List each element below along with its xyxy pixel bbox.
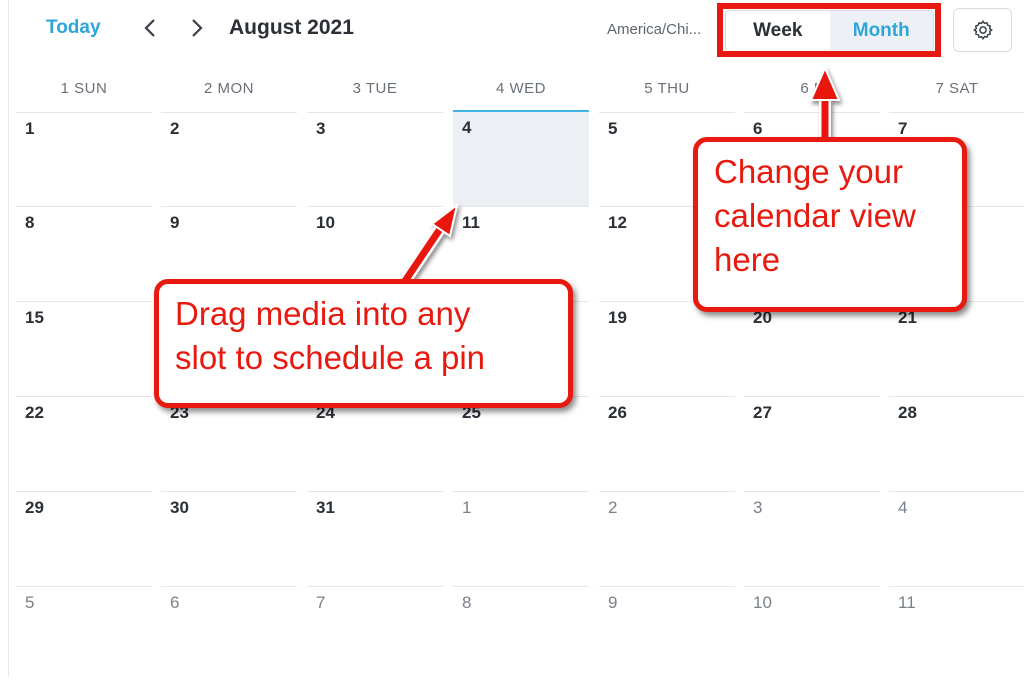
- view-tip-line-2: calendar view: [714, 197, 916, 234]
- drag-media-callout: Drag media into any slot to schedule a p…: [154, 279, 573, 408]
- view-tip-line-1: Change your: [714, 153, 903, 190]
- change-view-callout: Change your calendar view here: [693, 137, 967, 312]
- arrow-to-slot: [400, 202, 459, 285]
- drag-tip-line-1: Drag media into any: [175, 295, 471, 332]
- drag-tip-line-2: slot to schedule a pin: [175, 339, 486, 376]
- arrow-to-view-toggle: [809, 65, 841, 137]
- view-tip-line-3: here: [714, 241, 781, 278]
